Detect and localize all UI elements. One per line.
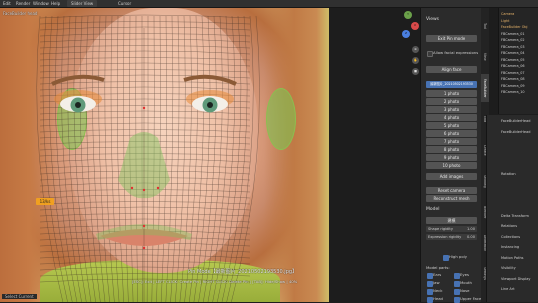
view-item[interactable]: 5 photo (426, 122, 477, 129)
model-part-label: Ears (433, 272, 442, 277)
face-mesh-wireframe (36, 14, 260, 302)
outliner-item[interactable]: FBCamera_03 (501, 45, 525, 50)
model-part-label: Eyes (460, 272, 469, 277)
menu-render[interactable]: Render (16, 0, 30, 7)
status-left: Select Current (2, 294, 37, 299)
add-images-button[interactable]: Add images (426, 173, 477, 180)
model-section-header[interactable]: Model (426, 207, 440, 212)
align-face-button[interactable]: Align face (426, 66, 477, 73)
outliner-item[interactable]: FBCamera_04 (501, 51, 525, 56)
properties-row[interactable]: FaceBuilderHead (501, 130, 530, 134)
pin-tag: 13/ks (36, 198, 54, 205)
model-part-label: Mouth (460, 280, 472, 285)
pupil-right (207, 102, 213, 108)
properties-row[interactable]: Viewport Display (501, 277, 531, 281)
pin-point[interactable] (142, 188, 146, 192)
outliner: Camera Light FaceBuilder Obj FBCamera_01 FBC… (498, 8, 538, 114)
view-item[interactable]: 7 photo (426, 138, 477, 145)
top-menu-bar: Edit Render Window Help Slider View Curs… (0, 0, 538, 8)
properties-row[interactable]: Line Art (501, 287, 515, 291)
views-section-header[interactable]: Views (426, 17, 439, 22)
active-view-button[interactable]: 最新图片_20210502193530 (426, 81, 477, 88)
sidebar-tab[interactable]: Tool (481, 12, 489, 40)
properties-row[interactable]: Instancing (501, 245, 519, 249)
outliner-item[interactable]: FBCamera_09 (501, 84, 525, 89)
viewport-object-label: FaceBuilder head (3, 11, 38, 16)
quality-label: High poly (449, 254, 467, 259)
pin-point[interactable] (130, 186, 134, 190)
sidebar-tab[interactable]: FaceBuilder (481, 74, 489, 102)
sidebar-tab[interactable]: View (481, 43, 489, 71)
zoom-icon[interactable]: ⊕ (412, 46, 419, 53)
expression-rigidity-label: Expression rigidity (428, 235, 462, 239)
expression-rigidity-field[interactable]: Expression rigidity 0.00 (426, 234, 477, 240)
view-item[interactable]: 10 photo (426, 162, 477, 169)
menu-window[interactable]: Window (33, 0, 49, 7)
model-part-label: Jaw (433, 280, 440, 285)
pin-point[interactable] (142, 246, 146, 250)
pan-hand-icon[interactable]: ✋ (412, 57, 419, 64)
model-part-label: Neck (433, 288, 443, 293)
gizmo-z-axis[interactable]: Z (402, 30, 410, 38)
model-part-label: Nose (460, 288, 470, 293)
reset-camera-button[interactable]: Reset camera (426, 187, 477, 194)
pin-point[interactable] (142, 106, 146, 110)
properties-row[interactable]: FaceBuilderHead (501, 119, 530, 123)
outliner-item[interactable]: FBCamera_05 (501, 58, 525, 63)
properties-row[interactable]: Rotation (501, 172, 516, 176)
outliner-item[interactable]: Camera (501, 12, 514, 17)
view-item[interactable]: 3 photo (426, 106, 477, 113)
shape-rigidity-field[interactable]: Shape rigidity 1.00 (426, 226, 477, 232)
menu-edit[interactable]: Edit (3, 0, 11, 7)
model-part-label: Head (433, 296, 443, 301)
outliner-item[interactable]: FBCamera_01 (501, 32, 525, 37)
reconstruct-button[interactable]: Reconstruct mesh (426, 195, 477, 202)
camera-icon[interactable]: ■ (412, 68, 419, 75)
facebuilder-panel: Views Exit Pin mode Allow facial express… (420, 8, 482, 303)
pin-point[interactable] (142, 224, 146, 228)
shape-rigidity-value: 1.00 (466, 227, 475, 231)
properties-row[interactable]: Collections (501, 235, 520, 239)
properties-row[interactable]: Visibility (501, 266, 516, 270)
gizmo-y-axis[interactable]: Y (404, 11, 412, 19)
view-item[interactable]: 6 photo (426, 130, 477, 137)
expression-rigidity-value: 0.00 (466, 235, 475, 239)
3d-viewport[interactable]: FaceBuilder head 13/ks Pin Mode【最新图片_202… (0, 8, 329, 302)
model-parts-label: Model parts: (426, 265, 450, 270)
shape-rigidity-label: Shape rigidity (428, 227, 453, 231)
pin-point[interactable] (156, 186, 160, 190)
pupil-left (75, 102, 81, 108)
view-item[interactable]: 2 photo (426, 98, 477, 105)
allow-expressions-label: Allow facial expressions (433, 50, 479, 55)
model-button[interactable]: 建模 (426, 217, 477, 224)
menu-help[interactable]: Help (51, 0, 60, 7)
properties-row[interactable]: Motion Paths (501, 256, 524, 260)
cursor-label: Cursor (118, 1, 132, 6)
view-item[interactable]: 1 photo (426, 90, 477, 97)
view-item[interactable]: 4 photo (426, 114, 477, 121)
pin-mode-title: Pin Mode【最新图片_20210502193530.jpg】 (188, 269, 298, 275)
view-item[interactable]: 9 photo (426, 154, 477, 161)
outliner-item[interactable]: FBCamera_10 (501, 90, 525, 95)
outliner-item[interactable]: Light (501, 19, 509, 24)
properties-row[interactable]: Delta Transform (501, 214, 529, 218)
exit-pin-mode-button[interactable]: Exit Pin mode (426, 35, 477, 42)
properties-editor: FaceBuilderHead FaceBuilderHead Rotation De… (486, 115, 538, 302)
outliner-item[interactable]: FBCamera_06 (501, 64, 525, 69)
outliner-item[interactable]: FBCamera_08 (501, 77, 525, 82)
properties-row[interactable]: Relations (501, 224, 517, 228)
view-selector[interactable]: Slider View (67, 0, 98, 7)
eyebrow-left (51, 74, 105, 86)
model-part-label: Upper Face (460, 296, 482, 301)
pin-mode-hint: [ESC]: Exit | LEFT CLICK: Create Pin | R… (132, 279, 298, 284)
outliner-item[interactable]: FaceBuilder Obj (501, 25, 528, 30)
outliner-item[interactable]: FBCamera_02 (501, 38, 525, 43)
gizmo-x-axis[interactable]: X (411, 22, 419, 30)
outliner-item[interactable]: FBCamera_07 (501, 71, 525, 76)
view-item[interactable]: 8 photo (426, 146, 477, 153)
